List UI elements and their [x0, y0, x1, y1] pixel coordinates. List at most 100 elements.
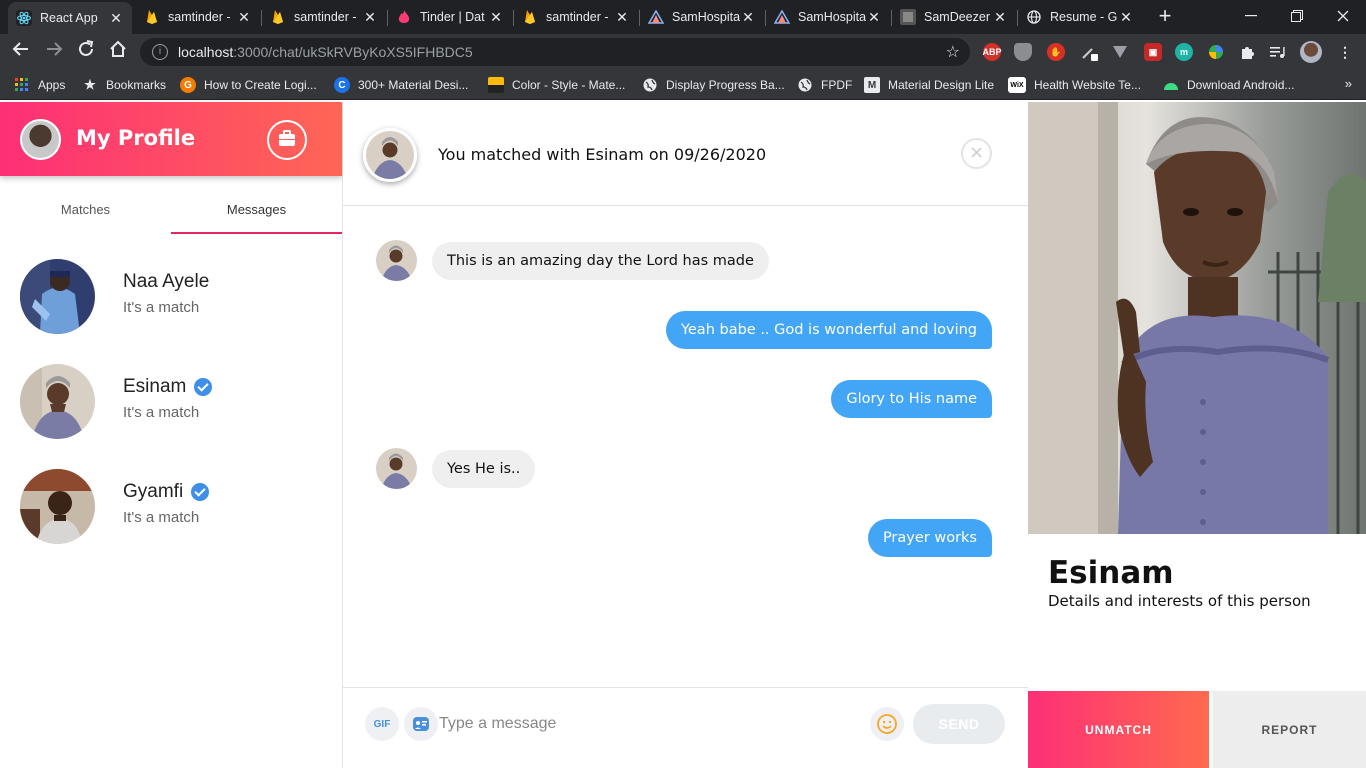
site-icon: G	[180, 77, 196, 93]
my-avatar[interactable]	[20, 119, 61, 160]
forward-button[interactable]	[42, 40, 66, 64]
bookmark-how-to-create-login[interactable]: G How to Create Logi...	[180, 76, 317, 94]
tab-title: React App	[40, 11, 98, 25]
extensions-puzzle-icon[interactable]	[1238, 43, 1256, 61]
tinder-icon	[396, 9, 412, 25]
bookmark-bookmarks[interactable]: ★ Bookmarks	[82, 76, 166, 94]
tab-title: SamDeezer	[924, 10, 990, 24]
new-tab-button[interactable]: +	[1154, 5, 1176, 27]
bookmark-material-design-lite[interactable]: M Material Design Lite	[864, 76, 994, 94]
browser-tab-tinder[interactable]: Tinder | Dat ✕	[388, 0, 512, 34]
bookmark-health-website[interactable]: WiX Health Website Te...	[1008, 76, 1141, 94]
vuetify-extension-icon[interactable]	[1111, 43, 1129, 61]
send-button[interactable]: SEND	[913, 704, 1005, 744]
adblock-extension-icon[interactable]: ABP	[983, 43, 1002, 61]
address-bar[interactable]: i localhost:3000/chat/ukSkRVByKoXS5IFHBD…	[140, 38, 970, 66]
match-status: It's a match	[123, 299, 200, 316]
my-profile-title[interactable]: My Profile	[76, 126, 195, 150]
back-button[interactable]	[9, 40, 33, 64]
verified-badge-icon	[191, 483, 210, 501]
briefcase-button[interactable]	[267, 120, 307, 160]
close-tab-icon[interactable]: ✕	[362, 9, 378, 26]
bookmark-label: Material Design Lite	[888, 78, 995, 92]
back-arrow-icon	[12, 42, 28, 56]
emoji-button[interactable]	[870, 707, 904, 741]
bookmark-fpdf[interactable]: FPDF	[797, 76, 852, 94]
tinder-clone-app: My Profile Matches Messages Naa Ayele It…	[0, 102, 1366, 768]
bookmarks-overflow-button[interactable]: »	[1345, 76, 1352, 91]
message-input[interactable]	[439, 708, 859, 740]
colorful-extension-icon[interactable]	[1207, 43, 1225, 61]
bookmark-label: How to Create Logi...	[204, 78, 317, 92]
close-tab-icon[interactable]: ✕	[740, 9, 756, 26]
message-composer: GIF SEND	[343, 687, 1028, 768]
unmatch-button[interactable]: UNMATCH	[1028, 691, 1209, 768]
m-icon: M	[864, 77, 880, 93]
bookmark-apps[interactable]: Apps	[14, 76, 65, 94]
match-item-gyamfi[interactable]: Gyamfi It's a match	[20, 469, 320, 545]
bookmark-material-design-icons[interactable]: C 300+ Material Desi...	[334, 76, 468, 94]
shield-extension-icon[interactable]	[1014, 43, 1032, 61]
close-tab-icon[interactable]: ✕	[992, 9, 1008, 26]
browser-menu-icon[interactable]: ⋮	[1336, 43, 1354, 61]
m-extension-icon[interactable]: m	[1175, 43, 1193, 61]
chat-partner-avatar[interactable]	[363, 128, 417, 182]
tab-matches[interactable]: Matches	[0, 198, 171, 234]
browser-tab-samtinder-1[interactable]: samtinder - ✕	[136, 0, 260, 34]
close-tab-icon[interactable]: ✕	[1118, 9, 1134, 26]
close-tab-icon[interactable]: ✕	[614, 9, 630, 26]
match-item-esinam[interactable]: Esinam It's a match	[20, 364, 320, 440]
browser-tab-samtinder-2[interactable]: samtinder - ✕	[262, 0, 386, 34]
match-item-naa-ayele[interactable]: Naa Ayele It's a match	[20, 259, 320, 335]
message-bubble-outgoing: Yeah babe .. God is wonderful and loving	[665, 311, 992, 349]
home-button[interactable]	[106, 40, 130, 64]
browser-tab-samdeezer[interactable]: SamDeezer ✕	[892, 0, 1016, 34]
profile-avatar-icon[interactable]	[1300, 41, 1322, 63]
apps-grid-icon	[14, 77, 30, 93]
close-chat-button[interactable]: ×	[961, 138, 992, 169]
reload-icon	[79, 40, 94, 56]
browser-tab-samtinder-3[interactable]: samtinder - ✕	[514, 0, 638, 34]
browser-tab-resume[interactable]: Resume - G ✕	[1018, 0, 1142, 34]
bookmark-label: Color - Style - Mate...	[512, 78, 626, 92]
match-name-text: Naa Ayele	[123, 271, 210, 292]
close-tab-icon[interactable]: ✕	[488, 9, 504, 26]
close-tab-icon[interactable]: ✕	[236, 9, 252, 26]
reload-button[interactable]	[74, 40, 98, 64]
tab-title: SamHospita	[798, 10, 866, 24]
message-bubble-outgoing: Glory to His name	[831, 380, 992, 418]
puzzle-red-extension-icon[interactable]: ▣	[1144, 43, 1162, 61]
tab-messages[interactable]: Messages	[171, 198, 342, 234]
bookmark-star-icon[interactable]: ☆	[946, 42, 960, 61]
match-date-text: You matched with Esinam on 09/26/2020	[438, 145, 767, 164]
profile-detail-panel: Esinam Details and interests of this per…	[1028, 102, 1366, 768]
tab-title: SamHospita	[672, 10, 740, 24]
bookmark-label: Health Website Te...	[1034, 78, 1141, 92]
bookmark-download-android[interactable]: Download Android...	[1163, 76, 1294, 94]
message-bubble-incoming: This is an amazing day the Lord has made	[432, 242, 769, 280]
gif-button[interactable]: GIF	[365, 707, 399, 741]
close-window-button[interactable]	[1320, 0, 1366, 32]
match-name: Naa Ayele	[123, 271, 209, 293]
match-name: Gyamfi	[123, 481, 210, 503]
bookmark-label: Display Progress Ba...	[666, 78, 785, 92]
maximize-button[interactable]	[1274, 0, 1320, 32]
browser-tab-samhospital-2[interactable]: SamHospita ✕	[766, 0, 890, 34]
close-tab-icon[interactable]: ✕	[866, 9, 882, 26]
avatar	[20, 259, 95, 334]
bookmark-display-progress-bar[interactable]: Display Progress Ba...	[642, 76, 785, 94]
site-info-icon[interactable]: i	[152, 44, 168, 60]
close-tab-icon[interactable]: ✕	[108, 10, 124, 27]
bookmark-color-style-material[interactable]: Color - Style - Mate...	[488, 76, 625, 94]
sticker-button[interactable]	[404, 707, 438, 741]
media-controls-icon[interactable]	[1269, 43, 1287, 61]
smiley-icon	[877, 714, 897, 734]
eyedropper-extension-icon[interactable]	[1080, 43, 1098, 61]
sticker-icon	[413, 717, 429, 731]
browser-tab-react-app[interactable]: React App ✕	[8, 2, 132, 34]
minimize-button[interactable]	[1228, 0, 1274, 32]
report-button[interactable]: REPORT	[1211, 691, 1366, 768]
stop-hand-extension-icon[interactable]: ✋	[1047, 43, 1065, 61]
browser-tab-samhospital-1[interactable]: SamHospita ✕	[640, 0, 764, 34]
verified-badge-icon	[194, 378, 213, 396]
